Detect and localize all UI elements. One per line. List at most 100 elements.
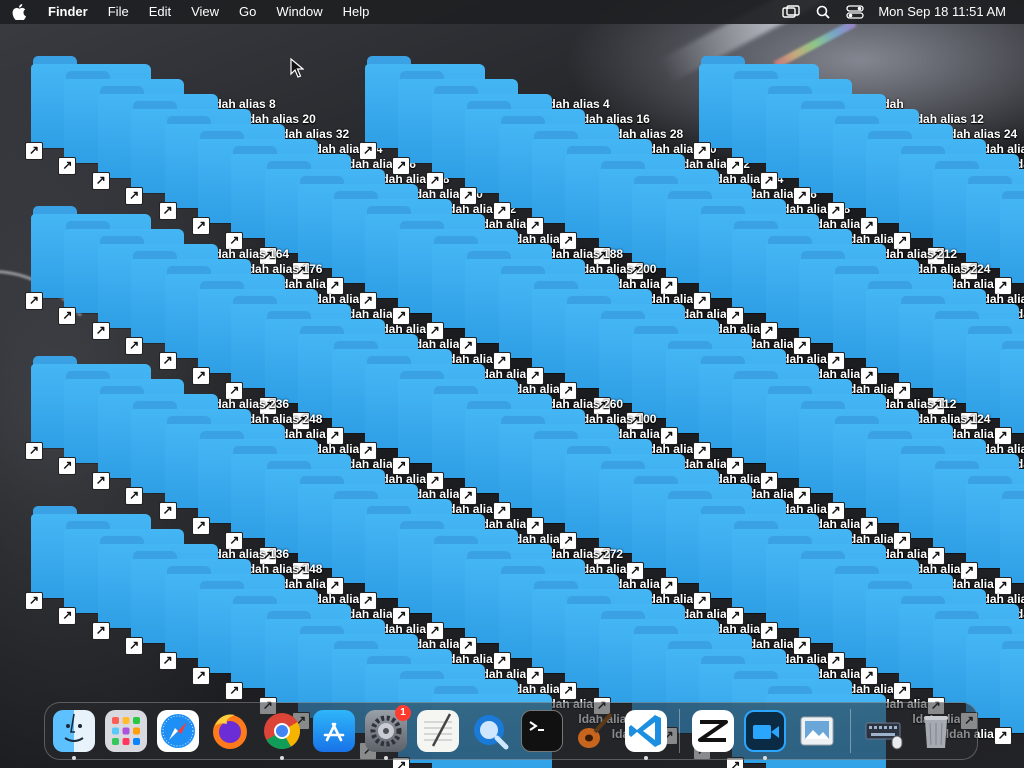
alias-arrow-icon: ↗	[25, 592, 43, 610]
dock-app-keyboard-viewer[interactable]	[861, 708, 907, 754]
dock-app-garageband[interactable]	[571, 708, 617, 754]
alias-arrow-icon: ↗	[759, 172, 778, 190]
alias-arrow-icon: ↗	[559, 682, 578, 700]
folder-body	[999, 649, 1024, 733]
dock-app-finder[interactable]	[51, 708, 97, 760]
dock-app-app-store[interactable]	[311, 708, 357, 754]
desktop-wallpaper: ↗ ldah alias 8 ↗ ldah alias 20 ↗ ldah alias 3…	[0, 0, 1024, 768]
alias-arrow-icon: ↗	[58, 457, 77, 475]
alias-arrow-icon: ↗	[726, 607, 745, 625]
alias-arrow-icon: ↗	[759, 622, 778, 640]
menubar-clock[interactable]: Mon Sep 18 11:51 AM	[878, 0, 1006, 24]
trash-icon	[915, 710, 957, 752]
alias-arrow-icon: ↗	[693, 442, 711, 460]
finder-icon	[53, 710, 95, 752]
alias-arrow-icon: ↗	[91, 622, 110, 640]
dock-app-chrome[interactable]	[259, 708, 305, 760]
alias-arrow-icon: ↗	[392, 607, 411, 625]
alias-arrow-icon: ↗	[158, 652, 177, 670]
alias-arrow-icon: ↗	[793, 637, 812, 655]
menu-edit[interactable]: Edit	[139, 0, 181, 24]
alias-arrow-icon: ↗	[425, 322, 444, 340]
alias-folder-icon[interactable]: ↗ldah alia	[993, 191, 1024, 295]
alias-arrow-icon: ↗	[826, 502, 845, 520]
dock-app-launchpad[interactable]	[103, 708, 149, 754]
alias-arrow-icon: ↗	[125, 637, 144, 655]
vscode-icon	[625, 710, 667, 752]
alias-arrow-icon: ↗	[125, 187, 144, 205]
alias-arrow-icon: ↗	[125, 337, 144, 355]
running-indicator	[280, 756, 284, 760]
menu-help[interactable]: Help	[333, 0, 380, 24]
alias-arrow-icon: ↗	[225, 682, 244, 700]
alias-arrow-icon: ↗	[392, 457, 411, 475]
alias-arrow-icon: ↗	[58, 307, 77, 325]
alias-arrow-icon: ↗	[25, 292, 43, 310]
search-icon[interactable]	[814, 4, 832, 20]
dock-app-vscode[interactable]	[623, 708, 669, 760]
alias-folder-icon[interactable]: ↗ldah alia	[993, 641, 1024, 745]
alias-arrow-icon: ↗	[860, 367, 878, 385]
alias-arrow-icon: ↗	[893, 682, 912, 700]
alias-arrow-icon: ↗	[492, 652, 511, 670]
menu-view[interactable]: View	[181, 0, 229, 24]
menu-app-finder[interactable]: Finder	[38, 0, 98, 24]
alias-arrow-icon: ↗	[91, 472, 110, 490]
menu-file[interactable]: File	[98, 0, 139, 24]
alias-arrow-icon: ↗	[25, 142, 43, 160]
alias-arrow-icon: ↗	[860, 517, 878, 535]
quicktime-icon	[469, 710, 511, 752]
alias-arrow-icon: ↗	[693, 142, 711, 160]
alias-arrow-icon: ↗	[359, 292, 377, 310]
alias-arrow-icon: ↗	[492, 502, 511, 520]
apple-menu-icon[interactable]	[0, 4, 38, 20]
alias-arrow-icon: ↗	[459, 187, 478, 205]
alias-arrow-icon: ↗	[158, 202, 177, 220]
menu-go[interactable]: Go	[229, 0, 266, 24]
alias-arrow-icon: ↗	[425, 172, 444, 190]
alias-arrow-icon: ↗	[492, 202, 511, 220]
alias-arrow-icon: ↗	[425, 622, 444, 640]
terminal-icon	[521, 710, 563, 752]
dock-app-firefox[interactable]	[207, 708, 253, 754]
alias-arrow-icon: ↗	[459, 337, 478, 355]
safari-icon	[157, 710, 199, 752]
dock-app-system-settings[interactable]: 1	[363, 705, 411, 760]
alias-arrow-icon: ↗	[359, 142, 377, 160]
mouse-cursor-icon	[290, 57, 305, 83]
alias-arrow-icon: ↗	[359, 592, 377, 610]
guitar-icon	[573, 710, 615, 752]
preview-icon	[796, 710, 838, 752]
app-store-icon	[313, 710, 355, 752]
dock-app-trash[interactable]	[913, 708, 959, 754]
alias-arrow-icon: ↗	[526, 367, 544, 385]
screen-mirror-icon[interactable]	[782, 4, 801, 20]
control-center-icon[interactable]	[846, 4, 864, 20]
dock-app-safari[interactable]	[155, 708, 201, 754]
alias-arrow-icon: ↗	[459, 637, 478, 655]
dock-app-screen-recorder[interactable]	[742, 708, 788, 760]
menu-window[interactable]: Window	[266, 0, 332, 24]
alias-arrow-icon: ↗	[392, 157, 411, 175]
alias-arrow-icon: ↗	[192, 217, 210, 235]
dock-app-preview[interactable]	[794, 708, 840, 754]
dock-app-terminal[interactable]	[519, 708, 565, 754]
dock-app-capcut[interactable]	[690, 708, 736, 754]
alias-arrow-icon: ↗	[392, 307, 411, 325]
alias-folder-icon[interactable]: ↗ldah alia	[993, 491, 1024, 595]
alias-arrow-icon: ↗	[759, 472, 778, 490]
alias-arrow-icon: ↗	[158, 502, 177, 520]
dock-app-quicktime[interactable]	[467, 708, 513, 754]
running-indicator	[763, 756, 767, 760]
dock-app-textedit[interactable]	[415, 708, 461, 754]
alias-arrow-icon: ↗	[693, 592, 711, 610]
textedit-icon	[417, 710, 459, 752]
folder-body	[999, 499, 1024, 583]
running-indicator	[644, 756, 648, 760]
alias-folder-icon[interactable]: ↗ldah alia	[993, 341, 1024, 445]
firefox-icon	[209, 710, 251, 752]
alias-arrow-icon: ↗	[826, 652, 845, 670]
alias-arrow-icon: ↗	[526, 667, 544, 685]
dock: 1	[44, 702, 978, 760]
dock-separator	[679, 709, 680, 753]
